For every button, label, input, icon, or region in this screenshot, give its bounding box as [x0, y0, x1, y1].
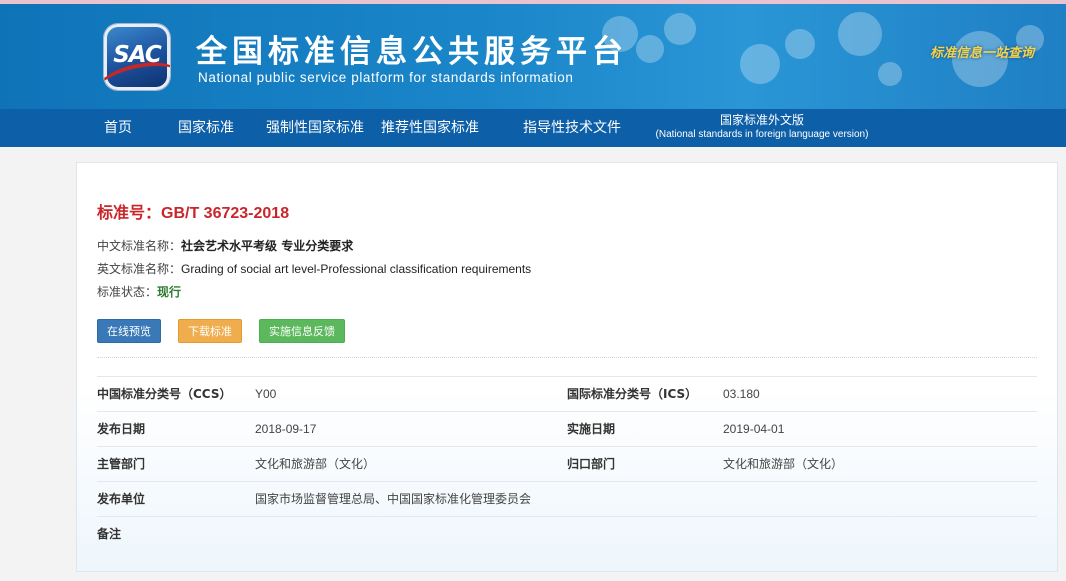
en-name-label: 英文标准名称：: [97, 262, 182, 276]
download-standard-button[interactable]: 下载标准: [178, 319, 242, 343]
slogan: 标准信息一站查询: [930, 46, 1035, 61]
detail-row-classification: 中国标准分类号（CCS） Y00 国际标准分类号（ICS） 03.180: [97, 376, 1037, 411]
standard-number-label: 标准号：: [97, 205, 162, 222]
detail-row-departments: 主管部门 文化和旅游部（文化） 归口部门 文化和旅游部（文化）: [97, 446, 1037, 481]
nav-item-mandatory-standards[interactable]: 强制性国家标准: [266, 109, 364, 147]
centralized-department-label: 归口部门: [567, 457, 616, 471]
cn-name-value: 社会艺术水平考级 专业分类要求: [181, 239, 354, 253]
nav-item-foreign-language-version[interactable]: 国家标准外文版 (National standards in foreign l…: [650, 113, 874, 141]
implementation-date-value: 2019-04-01: [723, 422, 785, 436]
ics-label: 国际标准分类号（ICS）: [567, 387, 698, 401]
en-name-value: Grading of social art level-Professional…: [181, 262, 532, 276]
status-line: 标准状态：现行: [97, 283, 181, 300]
detail-row-dates: 发布日期 2018-09-17 实施日期 2019-04-01: [97, 411, 1037, 446]
site-title: 全国标准信息公共服务平台: [196, 34, 628, 70]
authority-value: 文化和旅游部（文化）: [255, 457, 376, 471]
publisher-value: 国家市场监督管理总局、中国国家标准化管理委员会: [255, 492, 532, 506]
main-nav: 首页 国家标准 强制性国家标准 推荐性国家标准 指导性技术文件 国家标准外文版 …: [0, 109, 1066, 147]
section-divider: [97, 357, 1037, 358]
authority-label: 主管部门: [97, 457, 146, 471]
centralized-department-value: 文化和旅游部（文化）: [723, 457, 844, 471]
cn-name-label: 中文标准名称：: [97, 239, 182, 253]
standard-number-heading: 标准号：GB/T 36723-2018: [97, 199, 289, 223]
site-subtitle: National public service platform for sta…: [198, 70, 574, 85]
standard-detail-card: 标准号：GB/T 36723-2018 中文标准名称：社会艺术水平考级 专业分类…: [76, 162, 1058, 572]
status-label: 标准状态：: [97, 285, 158, 299]
foreign-version-title: 国家标准外文版: [719, 113, 804, 127]
nav-item-national-standards[interactable]: 国家标准: [178, 109, 234, 147]
ccs-value: Y00: [255, 387, 277, 401]
publish-date-value: 2018-09-17: [255, 422, 317, 436]
header-banner: SAC 全国标准信息公共服务平台 National public service…: [0, 4, 1066, 109]
publisher-label: 发布单位: [97, 492, 146, 506]
en-name-line: 英文标准名称：Grading of social art level-Profe…: [97, 260, 531, 277]
nav-item-recommended-standards[interactable]: 推荐性国家标准: [381, 109, 479, 147]
logo-text: SAC: [113, 42, 162, 68]
standard-number: GB/T 36723-2018: [161, 205, 290, 222]
implementation-feedback-button[interactable]: 实施信息反馈: [259, 319, 345, 343]
implementation-date-label: 实施日期: [567, 422, 616, 436]
status-badge: 现行: [157, 285, 182, 299]
ics-value: 03.180: [723, 387, 760, 401]
nav-item-home[interactable]: 首页: [104, 109, 132, 147]
foreign-version-subtitle: (National standards in foreign language …: [655, 129, 869, 140]
publish-date-label: 发布日期: [97, 422, 146, 436]
cn-name-line: 中文标准名称：社会艺术水平考级 专业分类要求: [97, 237, 353, 254]
detail-row-publisher: 发布单位 国家市场监督管理总局、中国国家标准化管理委员会: [97, 481, 1037, 516]
ccs-label: 中国标准分类号（CCS）: [97, 387, 232, 401]
sac-logo[interactable]: SAC: [104, 24, 170, 90]
nav-item-guidance-documents[interactable]: 指导性技术文件: [523, 109, 621, 147]
remark-label: 备注: [97, 527, 122, 541]
preview-online-button[interactable]: 在线预览: [97, 319, 161, 343]
detail-row-remark: 备注: [97, 516, 1037, 551]
